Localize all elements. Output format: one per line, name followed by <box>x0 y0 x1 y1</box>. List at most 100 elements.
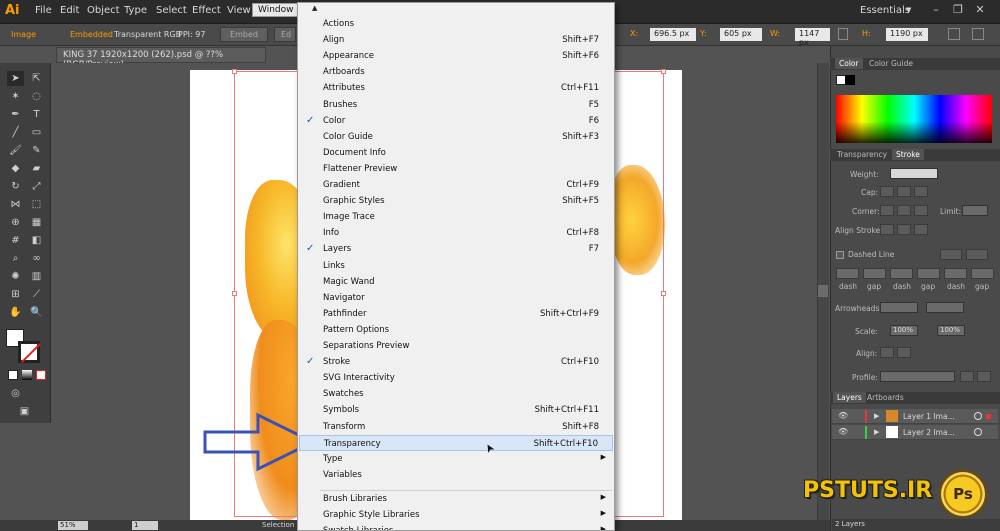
blend-tool-icon[interactable]: ∞ <box>28 251 45 266</box>
layer-name[interactable]: Layer 1 Ima... <box>903 412 955 421</box>
stroke-swatch[interactable] <box>18 341 41 363</box>
eraser-tool-icon[interactable]: ▰ <box>28 161 45 176</box>
menu-item-graphic-styles[interactable]: Graphic Styles Shift+F5 <box>299 193 613 209</box>
menu-item-info[interactable]: Info Ctrl+F8 <box>299 225 613 241</box>
graph-tool-icon[interactable]: ▥ <box>28 269 45 284</box>
bbox-handle-tl[interactable] <box>232 69 237 74</box>
menu-item-layers[interactable]: ✓ Layers F7 <box>299 241 613 257</box>
w-field[interactable]: 1147 px <box>795 28 830 47</box>
menu-item-appearance[interactable]: Appearance Shift+F6 <box>299 48 613 64</box>
paintbrush-tool-icon[interactable]: 🖌 <box>7 143 24 158</box>
gap-field-1[interactable] <box>863 268 886 279</box>
gap-field-2[interactable] <box>917 268 940 279</box>
menu-item-transparency[interactable]: Transparency Shift+Ctrl+F10 <box>299 434 613 451</box>
start-arrowhead-select[interactable] <box>880 302 918 313</box>
target-circle-icon[interactable] <box>974 428 982 436</box>
gradient-mode-icon[interactable] <box>22 370 32 380</box>
menu-item-navigator[interactable]: Navigator <box>299 290 613 306</box>
profile-select[interactable] <box>880 371 955 382</box>
end-scale-field[interactable]: 100% <box>937 325 965 336</box>
symbol-sprayer-tool-icon[interactable]: ✺ <box>7 269 24 284</box>
menu-view[interactable]: View <box>227 5 251 16</box>
hand-tool-icon[interactable]: ✋ <box>7 305 24 320</box>
start-scale-field[interactable]: 100% <box>890 325 918 336</box>
type-tool-icon[interactable]: T <box>28 107 45 122</box>
scale-tool-icon[interactable]: ⤢ <box>28 179 45 194</box>
menu-item-image-trace[interactable]: Image Trace <box>299 209 613 225</box>
menu-type[interactable]: Type <box>124 5 147 16</box>
width-tool-icon[interactable]: ⋈ <box>7 197 24 212</box>
dash-field-1[interactable] <box>836 268 859 279</box>
mesh-tool-icon[interactable]: # <box>7 233 24 248</box>
artboard-number-field[interactable]: 1 <box>132 521 158 530</box>
arrow-place-button[interactable] <box>897 347 911 358</box>
expand-arrow-icon[interactable]: ▶ <box>874 428 879 436</box>
arrow-extend-button[interactable] <box>880 347 894 358</box>
tab-color-guide[interactable]: Color Guide <box>865 58 917 69</box>
constrain-proportions-icon[interactable] <box>838 28 848 40</box>
menu-item-transform[interactable]: Transform Shift+F8 <box>299 419 613 435</box>
layer-row[interactable]: 👁 ▶ Layer 1 Ima... <box>832 409 998 424</box>
embed-button[interactable]: Embed <box>220 27 268 42</box>
zoom-tool-icon[interactable]: 🔍 <box>28 305 45 320</box>
menu-item-artboards[interactable]: Artboards <box>299 64 613 80</box>
menu-item-swatch-libraries[interactable]: Swatch Libraries ▶ <box>299 523 613 530</box>
menu-item-graphic-style-libraries[interactable]: Graphic Style Libraries ▶ <box>299 507 613 523</box>
pencil-tool-icon[interactable]: ✎ <box>28 143 45 158</box>
menu-file[interactable]: File <box>35 5 52 16</box>
zoom-field[interactable]: 51% <box>58 521 88 530</box>
direct-selection-tool-icon[interactable]: ⇱ <box>28 71 45 86</box>
menu-item-pattern-options[interactable]: Pattern Options <box>299 322 613 338</box>
tab-layers[interactable]: Layers <box>833 392 866 403</box>
visibility-eye-icon[interactable]: 👁 <box>838 427 848 436</box>
workspace-switcher[interactable]: Essentials <box>860 5 910 16</box>
tab-color[interactable]: Color <box>835 58 863 69</box>
menu-item-type[interactable]: Type ▶ <box>299 451 613 467</box>
menu-item-symbols[interactable]: Symbols Shift+Ctrl+F11 <box>299 402 613 418</box>
menu-effect[interactable]: Effect <box>192 5 221 16</box>
line-tool-icon[interactable]: ╱ <box>7 125 24 140</box>
vertical-scroll-thumb[interactable] <box>818 285 828 297</box>
menu-item-document-info[interactable]: Document Info <box>299 145 613 161</box>
selection-tool-icon[interactable]: ➤ <box>7 71 24 86</box>
menu-item-separations-preview[interactable]: Separations Preview <box>299 338 613 354</box>
panel-menu-icon[interactable] <box>972 28 984 40</box>
perspective-grid-tool-icon[interactable]: ▦ <box>28 215 45 230</box>
menu-item-color-guide[interactable]: Color Guide Shift+F3 <box>299 129 613 145</box>
menu-item-brushes[interactable]: Brushes F5 <box>299 97 613 113</box>
close-icon[interactable]: ✕ <box>972 3 988 19</box>
menu-item-color[interactable]: ✓ Color F6 <box>299 113 613 129</box>
lasso-tool-icon[interactable]: ◌ <box>28 89 45 104</box>
align-center-button[interactable] <box>880 224 894 235</box>
bbox-handle-tr[interactable] <box>661 69 666 74</box>
bbox-handle-ml[interactable] <box>232 291 237 296</box>
pen-tool-icon[interactable]: ✒ <box>7 107 24 122</box>
transform-icon[interactable] <box>948 28 960 40</box>
projecting-cap-button[interactable] <box>914 186 928 197</box>
tab-transparency[interactable]: Transparency <box>833 149 891 160</box>
layer-name[interactable]: Layer 2 Ima... <box>903 428 955 437</box>
menu-item-brush-libraries[interactable]: Brush Libraries ▶ <box>299 491 613 507</box>
miter-join-button[interactable] <box>880 205 894 216</box>
artboard-tool-icon[interactable]: ⊞ <box>7 287 24 302</box>
shape-builder-tool-icon[interactable]: ⊕ <box>7 215 24 230</box>
flip-profile-button-1[interactable] <box>960 371 974 382</box>
dash-field-2[interactable] <box>890 268 913 279</box>
magic-wand-tool-icon[interactable]: ✶ <box>7 89 24 104</box>
align-inside-button[interactable] <box>897 224 911 235</box>
none-mode-icon[interactable] <box>36 370 46 380</box>
menu-item-gradient[interactable]: Gradient Ctrl+F9 <box>299 177 613 193</box>
round-join-button[interactable] <box>897 205 911 216</box>
color-mode-icon[interactable] <box>8 370 18 380</box>
end-arrowhead-select[interactable] <box>926 302 964 313</box>
menu-item-actions[interactable]: Actions <box>299 16 613 32</box>
gradient-tool-icon[interactable]: ◧ <box>28 233 45 248</box>
scroll-up-arrow-icon[interactable]: ▲ <box>312 4 317 12</box>
align-outside-button[interactable] <box>914 224 928 235</box>
target-circle-icon[interactable] <box>974 412 982 420</box>
restore-icon[interactable]: ❐ <box>950 3 966 19</box>
bbox-handle-mr[interactable] <box>661 291 666 296</box>
color-spectrum[interactable] <box>836 95 992 143</box>
bevel-join-button[interactable] <box>914 205 928 216</box>
tab-stroke[interactable]: Stroke <box>892 149 924 160</box>
